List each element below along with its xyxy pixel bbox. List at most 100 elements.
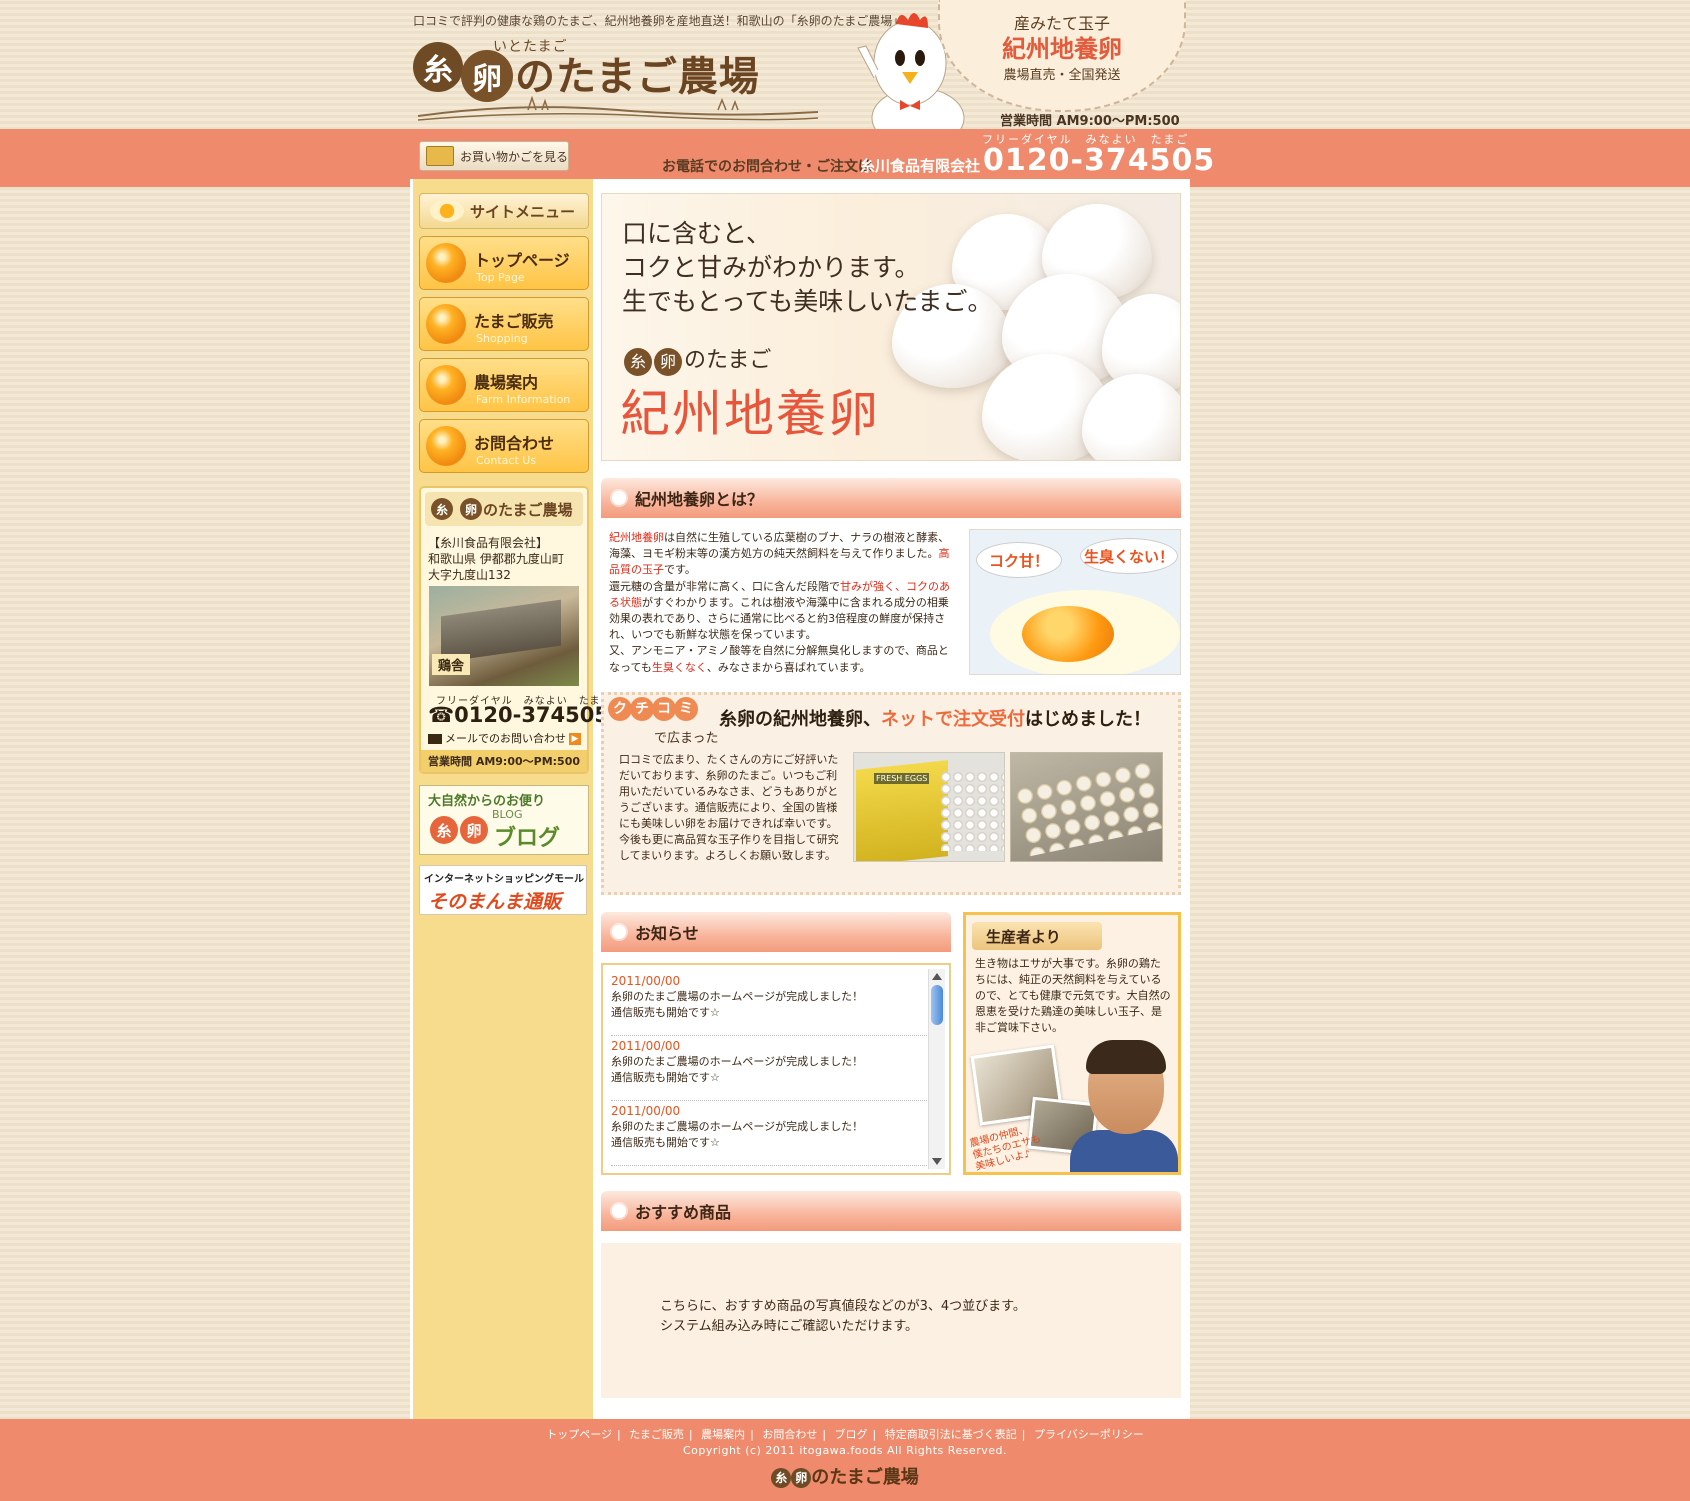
hero-subtitle-text: のたまご	[684, 348, 772, 373]
nav-label: 農場案内	[474, 373, 539, 392]
footer-logo[interactable]: 糸卵のたまご農場	[0, 1463, 1690, 1489]
logo-mark-tamago: 卵	[654, 348, 682, 376]
producer-photo	[1070, 1040, 1178, 1172]
news-date: 2011/00/00	[611, 1104, 681, 1118]
divider: |	[872, 1428, 877, 1441]
news-text: 糸卵のたまご農場のホームページが完成しました！	[611, 1120, 864, 1133]
footer-links: トップページ | たまご販売 | 農場案内 | お問合わせ | ブログ | 特定商取引法に…	[0, 1426, 1690, 1442]
news-item[interactable]: 2011/00/00 糸卵のたまご農場のホームページが完成しました！ 通信販売も…	[611, 971, 927, 1036]
about-heading-text: 紀州地養卵とは？	[635, 490, 764, 509]
view-cart-label: お買い物かごを見る	[460, 149, 569, 164]
nav-sublabel: Shopping	[476, 332, 528, 345]
bubble-line3: 農場直売・全国発送	[1003, 68, 1121, 83]
kuchikomi-title: 糸卵の紀州地養卵、ネットで注文受付はじめました！	[719, 705, 1151, 731]
news-scrollbar[interactable]	[928, 969, 945, 1169]
news-text: 通信販売も開始です☆	[611, 1006, 720, 1019]
bullet-icon	[612, 491, 626, 505]
news-item[interactable]: 2011/00/00 糸卵のたまご農場のホームページが完成しました！ 通信販売も…	[611, 1036, 927, 1101]
news-text: 通信販売も開始です☆	[611, 1071, 720, 1084]
mall-label: インターネットショッピングモール	[424, 874, 584, 885]
producer-message: 生き物はエサが大事です。糸卵の鶏たちには、純正の天然飼料を与えているので、とても…	[975, 957, 1171, 1034]
egg-pack-photo	[1010, 752, 1163, 862]
footer-link-contact[interactable]: お問合わせ	[762, 1428, 817, 1441]
fried-egg-icon	[430, 200, 464, 222]
kuchikomi-title-a: 糸卵の紀州地養卵、	[719, 709, 881, 730]
divider: |	[750, 1428, 754, 1441]
scroll-up-icon[interactable]	[932, 973, 942, 980]
nav-contact[interactable]: お問合わせ Contact Us	[419, 419, 589, 473]
logo-mark-ito: 糸	[771, 1468, 792, 1488]
photo-caption: 鶏舎	[432, 654, 471, 675]
news-text: 糸卵のたまご農場のホームページが完成しました！	[611, 1055, 864, 1068]
nav-label: お問合わせ	[474, 434, 555, 453]
scroll-thumb[interactable]	[931, 985, 943, 1025]
logo-mark-tamago: 卵	[791, 1468, 812, 1488]
blog-banner[interactable]: 大自然からのお便り BLOG 糸 卵 ブログ	[419, 785, 589, 855]
orange-ball-icon	[426, 304, 466, 344]
nav-top-page[interactable]: トップページ Top Page	[419, 236, 589, 290]
footer-link-farm[interactable]: 農場案内	[701, 1428, 745, 1441]
envelope-icon	[428, 734, 442, 744]
scroll-down-icon[interactable]	[932, 1158, 942, 1165]
farm-address-line1: 和歌山県 伊都郡九度山町	[428, 552, 564, 566]
footer-logo-text: のたまご農場	[811, 1467, 919, 1488]
footer-link-privacy[interactable]: プライバシーポリシー	[1034, 1428, 1144, 1441]
farm-box-title-text: のたまご農場	[483, 500, 573, 519]
about-text: です。	[664, 563, 696, 577]
farm-phone-number[interactable]: ☎0120-374505	[428, 703, 609, 727]
logo-mark-ito: 糸	[624, 348, 652, 376]
footer-link-shopping[interactable]: たまご販売	[629, 1428, 684, 1441]
footer-link-top[interactable]: トップページ	[546, 1428, 612, 1441]
badge-char: コ	[652, 697, 676, 721]
farm-box-title: 糸 卵 のたまご農場	[425, 492, 583, 526]
producer-label: 生産者より	[972, 922, 1102, 950]
logo-mark-ito[interactable]: 糸	[413, 42, 463, 92]
sidebar-hours: 営業時間 AM9:00〜PM:500	[421, 750, 587, 772]
hero-copy-line2: コクと甘みがわかります。	[622, 253, 920, 282]
about-text: がすぐわかります。これは樹液や海藻中に含まれる成分の相乗効果の表れであり、さらに…	[609, 595, 949, 642]
nav-shopping[interactable]: たまご販売 Shopping	[419, 297, 589, 351]
speech-bubble: 生臭くない！	[1080, 538, 1178, 574]
highlight: 生臭くなく	[651, 660, 707, 674]
divider: |	[688, 1428, 693, 1441]
news-date: 2011/00/00	[611, 1039, 681, 1053]
recommend-line: システム組み込み時にご確認いただけます。	[660, 1319, 919, 1334]
logo-mark-tamago: 卵	[460, 816, 488, 844]
hero-subtitle: 糸卵のたまご	[624, 342, 771, 376]
kuchikomi-body: 口コミで広まり、たくさんの方にご好評いただいております、糸卵のたまご。いつもご利…	[619, 753, 839, 862]
divider: |	[822, 1428, 827, 1441]
mail-contact-link[interactable]: メールでのお問い合わせ ▶	[428, 730, 581, 746]
kuchikomi-badge: クチコミ	[608, 697, 698, 721]
promo-bubble: 産みたて玉子 紀州地養卵 農場直売・全国発送	[938, 0, 1186, 112]
nav-farm-info[interactable]: 農場案内 Farm Information	[419, 358, 589, 412]
news-item[interactable]: 2011/00/00 糸卵のたまご農場のホームページが完成しました！ 通信販売も…	[611, 1101, 927, 1166]
egg-box-photo: FRESH EGGS	[853, 752, 1005, 862]
recommend-placeholder: こちらに、おすすめ商品の写真値段などのが3、4つ並びます。 システム組み込み時に…	[660, 1297, 1026, 1337]
business-hours: 営業時間 AM9:00〜PM:500	[1000, 114, 1180, 129]
view-cart-button[interactable]: お買い物かごを見る	[419, 141, 569, 171]
phone-number[interactable]: 0120-374505	[983, 143, 1215, 178]
nav-sublabel: Top Page	[476, 271, 525, 284]
arrow-right-icon: ▶	[569, 733, 581, 745]
divider: |	[1021, 1428, 1026, 1441]
kuchikomi-title-b: はじめました！	[1025, 709, 1151, 730]
nav-label: トップページ	[474, 251, 570, 270]
footer-link-legal[interactable]: 特定商取引法に基づく表記	[885, 1428, 1017, 1441]
about-text: 還元糖の含量が非常に高く、口に含んだ段階で	[609, 579, 840, 593]
mall-banner[interactable]: インターネットショッピングモール そのまんま通販	[419, 865, 587, 915]
blog-tagline: 大自然からのお便り	[428, 794, 546, 809]
news-text: 通信販売も開始です☆	[611, 1136, 720, 1149]
footer-link-blog[interactable]: ブログ	[835, 1428, 868, 1441]
logo-landscape-icon	[418, 95, 818, 121]
news-text: 糸卵のたまご農場のホームページが完成しました！	[611, 990, 864, 1003]
badge-char: チ	[630, 697, 654, 721]
recommend-line: こちらに、おすすめ商品の写真値段などのが3、4つ並びます。	[660, 1299, 1026, 1314]
news-date: 2011/00/00	[611, 974, 681, 988]
mail-contact-label: メールでのお問い合わせ	[445, 732, 566, 745]
about-text: 、みなさまから喜ばれています。	[706, 660, 871, 674]
logo-mark-ito: 糸	[431, 498, 453, 520]
recommend-heading: おすすめ商品	[601, 1191, 1181, 1231]
news-heading: お知らせ	[601, 912, 951, 952]
logo-mark-tamago: 卵	[460, 498, 482, 520]
news-list-box[interactable]: 2011/00/00 糸卵のたまご農場のホームページが完成しました！ 通信販売も…	[601, 963, 951, 1175]
